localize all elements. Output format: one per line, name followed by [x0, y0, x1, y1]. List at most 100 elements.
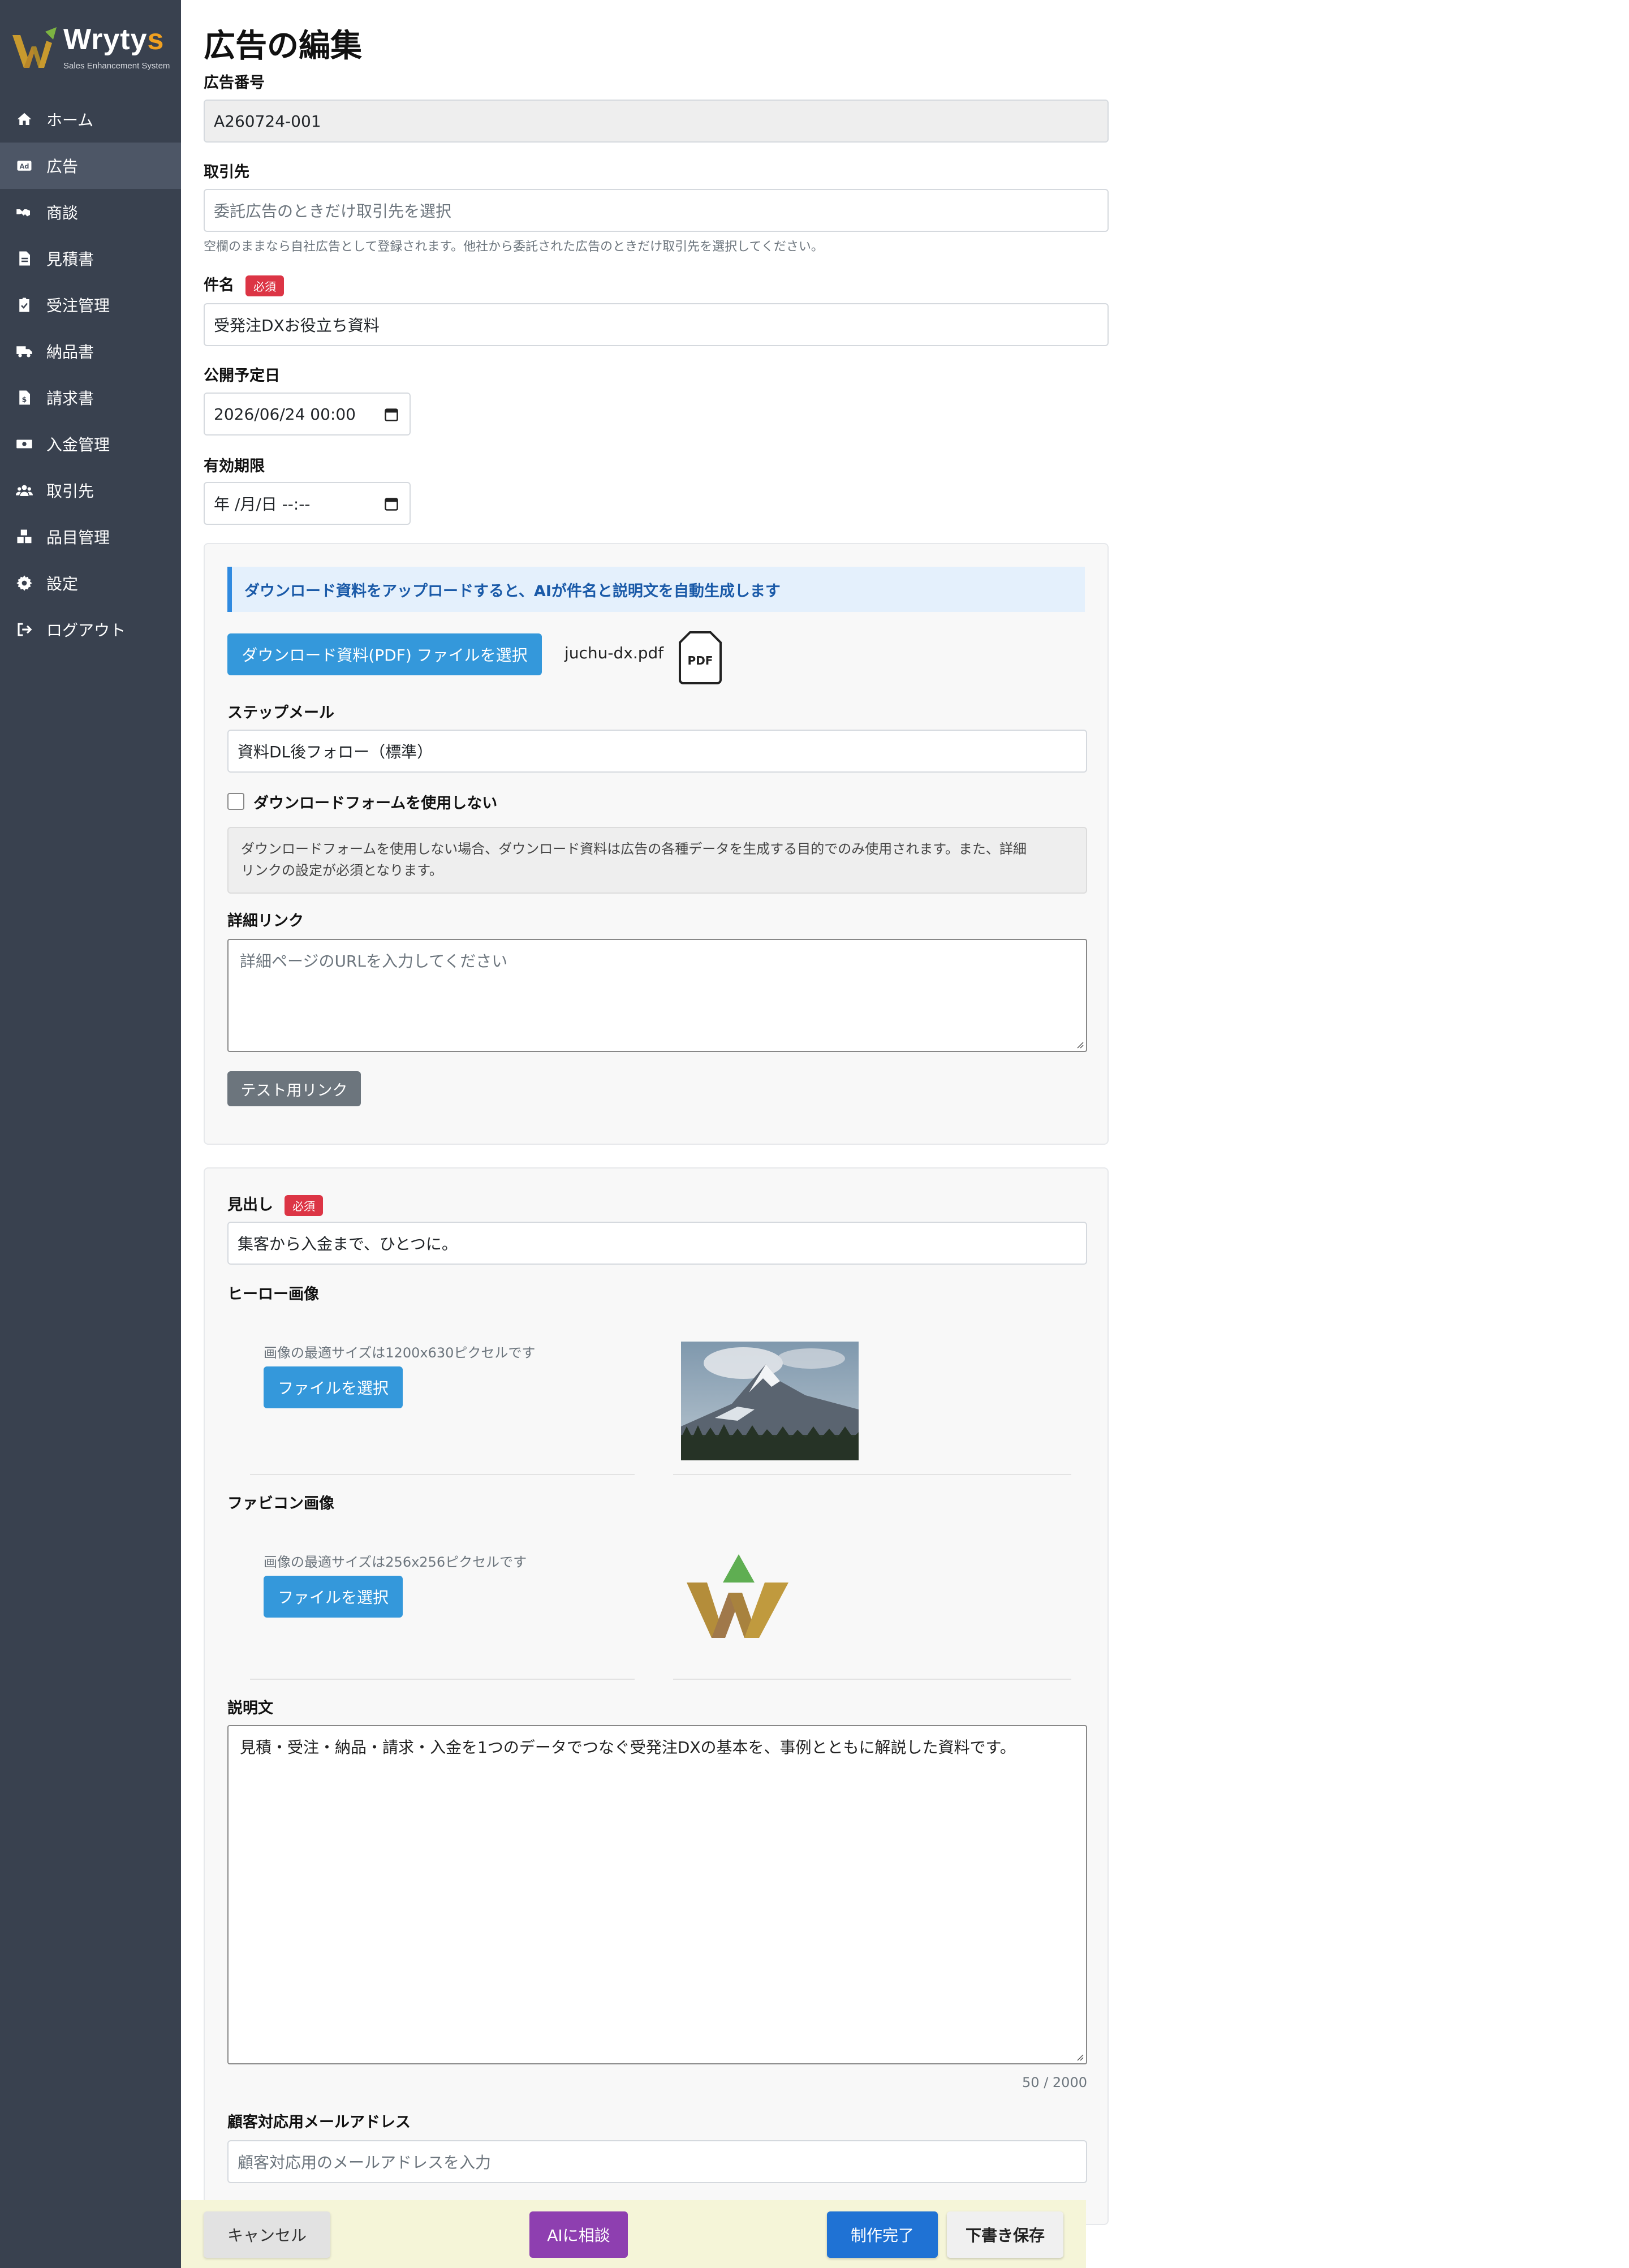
app-logo[interactable]: Wrytys Sales Enhancement System: [11, 20, 175, 77]
download-card: ダウンロード資料をアップロードすると、AIが件名と説明文を自動生成します ダウン…: [204, 543, 1109, 1145]
headline-label: 見出し 必須: [227, 1192, 323, 1216]
support-email-label: 顧客対応用メールアドレス: [227, 2114, 411, 2131]
sidebar-item-label: 請求書: [46, 389, 94, 408]
hero-image-preview: [681, 1342, 859, 1460]
sidebar-item-label: ホーム: [46, 111, 94, 130]
complete-button[interactable]: 制作完了: [827, 2211, 938, 2258]
calendar-icon[interactable]: [383, 406, 399, 423]
favicon-label: ファビコン画像: [227, 1495, 334, 1512]
support-email-input[interactable]: 顧客対応用のメールアドレスを入力: [227, 2140, 1087, 2183]
sidebar-item-delivery[interactable]: 納品書: [0, 328, 181, 374]
calendar-icon[interactable]: [383, 495, 399, 512]
handshake-icon: [15, 202, 34, 222]
logout-icon: [15, 620, 34, 639]
client-placeholder: 委託広告のときだけ取引先を選択: [214, 202, 452, 221]
sidebar: Wrytys Sales Enhancement System ホーム Ad 広…: [0, 0, 181, 2268]
sidebar-item-clients[interactable]: 取引先: [0, 467, 181, 514]
expiry-input[interactable]: 年 /月/日 --:--: [204, 482, 411, 525]
logo-text: Wrytys: [63, 23, 165, 56]
description-char-counter: 50 / 2000: [1022, 2075, 1087, 2090]
boxes-icon: [15, 527, 34, 546]
no-download-form-checkbox[interactable]: [227, 793, 244, 810]
client-label: 取引先: [204, 163, 249, 181]
expiry-label: 有効期限: [204, 458, 265, 475]
pdf-file-icon: PDF: [678, 630, 723, 684]
cancel-button[interactable]: キャンセル: [204, 2211, 330, 2258]
save-draft-button[interactable]: 下書き保存: [947, 2211, 1063, 2258]
subject-label: 件名 必須: [204, 273, 284, 296]
ai-consult-button[interactable]: AIに相談: [529, 2211, 628, 2258]
sidebar-item-home[interactable]: ホーム: [0, 96, 181, 143]
clipboard-check-icon: [15, 295, 34, 314]
hero-divider-left: [250, 1474, 635, 1475]
svg-text:Ad: Ad: [20, 163, 29, 170]
publish-date-label: 公開予定日: [204, 367, 280, 385]
sidebar-item-estimates[interactable]: 見積書: [0, 235, 181, 282]
no-form-notice: ダウンロードフォームを使用しない場合、ダウンロード資料は広告の各種データを生成す…: [227, 827, 1087, 894]
detail-link-placeholder: 詳細ページのURLを入力してください: [240, 952, 508, 971]
favicon-divider-left: [250, 1679, 635, 1680]
sidebar-item-logout[interactable]: ログアウト: [0, 606, 181, 653]
page-title: 広告の編集: [204, 28, 362, 64]
truck-icon: [15, 342, 34, 361]
sidebar-item-label: 受注管理: [46, 296, 110, 315]
sidebar-item-invoices[interactable]: $ 請求書: [0, 374, 181, 421]
sidebar-item-label: 取引先: [46, 482, 94, 501]
test-link-button[interactable]: テスト用リンク: [227, 1071, 361, 1106]
headline-input[interactable]: 集客から入金まで、ひとつに。: [227, 1222, 1087, 1265]
sidebar-item-label: ログアウト: [46, 621, 126, 640]
sidebar-item-products[interactable]: 品目管理: [0, 514, 181, 560]
favicon-choose-button[interactable]: ファイルを選択: [264, 1576, 403, 1618]
invoice-icon: $: [15, 388, 34, 407]
hero-divider-right: [673, 1474, 1071, 1475]
sidebar-item-payments[interactable]: 入金管理: [0, 421, 181, 467]
sidebar-item-label: 入金管理: [46, 436, 110, 454]
detail-link-textarea[interactable]: 詳細ページのURLを入力してください: [227, 939, 1087, 1052]
home-icon: [15, 110, 34, 129]
sidebar-item-label: 設定: [46, 575, 79, 593]
subject-value: 受発注DXお役立ち資料: [214, 316, 380, 335]
ai-generate-banner: ダウンロード資料をアップロードすると、AIが件名と説明文を自動生成します: [227, 567, 1085, 612]
sidebar-item-label: 納品書: [46, 343, 94, 361]
headline-value: 集客から入金まで、ひとつに。: [238, 1235, 458, 1253]
sidebar-item-label: 品目管理: [46, 528, 110, 547]
detail-link-label: 詳細リンク: [227, 912, 304, 930]
sidebar-item-ads[interactable]: Ad 広告: [0, 143, 181, 189]
document-icon: [15, 249, 34, 268]
no-download-form-label[interactable]: ダウンロードフォームを使用しない: [253, 791, 497, 813]
users-icon: [15, 481, 34, 500]
step-mail-label: ステップメール: [227, 704, 334, 722]
step-mail-select[interactable]: 資料DL後フォロー（標準）: [227, 730, 1087, 773]
description-value: 見積・受注・納品・請求・入金を1つのデータでつなぐ受発注DXの基本を、事例ととも…: [240, 1738, 1016, 1757]
svg-text:$: $: [22, 395, 27, 404]
step-mail-value: 資料DL後フォロー（標準）: [238, 743, 433, 761]
hero-image-choose-button[interactable]: ファイルを選択: [264, 1366, 403, 1408]
hero-image-help: 画像の最適サイズは1200x630ピクセルです: [264, 1345, 536, 1361]
expiry-value: 年 /月/日 --:--: [214, 495, 311, 514]
resize-grip-icon[interactable]: [1075, 1040, 1084, 1049]
sidebar-nav: ホーム Ad 広告 商談 見積書 受注管理 納品書 $ 請求書 入金管理 取引先…: [0, 96, 181, 653]
support-email-placeholder: 顧客対応用のメールアドレスを入力: [238, 2153, 492, 2172]
required-badge: 必須: [245, 275, 284, 296]
sidebar-item-label: 商談: [46, 204, 79, 222]
favicon-preview: [684, 1553, 792, 1644]
upload-pdf-button[interactable]: ダウンロード資料(PDF) ファイルを選択: [227, 633, 542, 675]
content-card: 見出し 必須 集客から入金まで、ひとつに。 ヒーロー画像 画像の最適サイズは120…: [204, 1167, 1109, 2225]
resize-grip-icon[interactable]: [1075, 2052, 1084, 2061]
sidebar-item-settings[interactable]: 設定: [0, 560, 181, 606]
publish-date-value: 2026/06/24 00:00: [214, 404, 356, 424]
sidebar-item-orders[interactable]: 受注管理: [0, 282, 181, 328]
publish-date-input[interactable]: 2026/06/24 00:00: [204, 393, 411, 436]
description-textarea[interactable]: 見積・受注・納品・請求・入金を1つのデータでつなぐ受発注DXの基本を、事例ととも…: [227, 1725, 1087, 2064]
money-icon: [15, 434, 34, 454]
ad-number-field: A260724-001: [204, 100, 1109, 143]
subject-input[interactable]: 受発注DXお役立ち資料: [204, 303, 1109, 346]
ad-icon: Ad: [15, 156, 34, 175]
sidebar-item-label: 見積書: [46, 250, 94, 269]
logo-subtitle: Sales Enhancement System: [63, 61, 170, 71]
logo-w-icon: [12, 27, 57, 68]
client-select[interactable]: 委託広告のときだけ取引先を選択: [204, 189, 1109, 232]
sidebar-item-deals[interactable]: 商談: [0, 189, 181, 235]
client-help-text: 空欄のままなら自社広告として登録されます。他社から委託された広告のときだけ取引先…: [204, 240, 824, 254]
favicon-divider-right: [673, 1679, 1071, 1680]
